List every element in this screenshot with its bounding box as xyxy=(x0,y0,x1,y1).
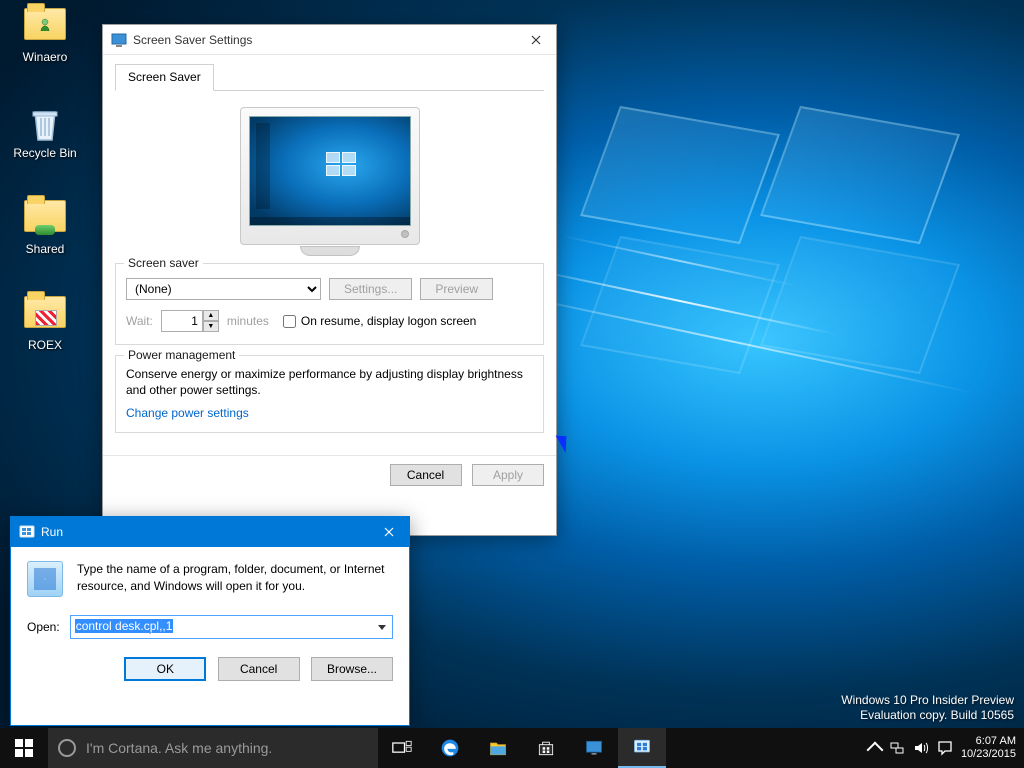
titlebar[interactable]: Screen Saver Settings xyxy=(103,25,556,55)
wait-spinner-down[interactable]: ▼ xyxy=(203,321,219,332)
window-icon xyxy=(111,32,127,48)
open-combobox-dropdown[interactable] xyxy=(372,616,392,638)
wait-unit-label: minutes xyxy=(227,314,269,328)
taskbar-app-file-explorer[interactable] xyxy=(474,728,522,768)
apply-button[interactable]: Apply xyxy=(472,464,544,486)
wait-label: Wait: xyxy=(126,314,153,328)
start-button[interactable] xyxy=(0,728,48,768)
wait-spinner-up[interactable]: ▲ xyxy=(203,310,219,321)
screensaver-preview xyxy=(115,97,544,263)
desktop-icon-label: Winaero xyxy=(8,50,82,64)
desktop-icon-recycle-bin[interactable]: Recycle Bin xyxy=(8,104,82,184)
desktop-icon-winaero[interactable]: Winaero xyxy=(8,8,82,88)
cortana-icon xyxy=(58,739,76,757)
desktop-icon-shared[interactable]: Shared xyxy=(8,200,82,280)
tray-overflow-button[interactable] xyxy=(866,742,883,759)
desktop-icon-label: Shared xyxy=(8,242,82,256)
group-legend-power: Power management xyxy=(124,348,239,362)
taskbar-app-edge[interactable] xyxy=(426,728,474,768)
desktop-icon-roex[interactable]: ROEX xyxy=(8,296,82,376)
window-title: Run xyxy=(41,525,63,539)
open-label: Open: xyxy=(27,620,60,634)
close-button[interactable] xyxy=(377,520,401,544)
taskbar-app-store[interactable] xyxy=(522,728,570,768)
volume-icon[interactable] xyxy=(913,740,929,756)
taskbar-app-run[interactable] xyxy=(618,728,666,768)
preview-button[interactable]: Preview xyxy=(420,278,493,300)
cancel-button[interactable]: Cancel xyxy=(390,464,462,486)
cortana-search-box[interactable]: I'm Cortana. Ask me anything. xyxy=(48,728,378,768)
on-resume-label: On resume, display logon screen xyxy=(301,314,476,328)
close-button[interactable] xyxy=(524,28,548,52)
wait-minutes-input[interactable] xyxy=(161,310,203,332)
change-power-settings-link[interactable]: Change power settings xyxy=(126,406,249,420)
run-icon xyxy=(19,524,35,540)
cancel-button[interactable]: Cancel xyxy=(218,657,300,681)
ok-button[interactable]: OK xyxy=(124,657,206,681)
desktop-icon-label: ROEX xyxy=(8,338,82,352)
power-description: Conserve energy or maximize performance … xyxy=(126,366,533,398)
taskbar: I'm Cortana. Ask me anything. 6:07 AM 10… xyxy=(0,728,1024,768)
run-dialog-window: Run Type the name of a program, folder, … xyxy=(10,516,410,726)
taskbar-app-monitor[interactable] xyxy=(570,728,618,768)
browse-button[interactable]: Browse... xyxy=(311,657,393,681)
task-view-button[interactable] xyxy=(378,728,426,768)
on-resume-checkbox[interactable] xyxy=(283,315,296,328)
taskbar-clock[interactable]: 6:07 AM 10/23/2015 xyxy=(961,735,1016,760)
network-icon[interactable] xyxy=(889,740,905,756)
open-combobox[interactable] xyxy=(70,615,393,639)
run-description: Type the name of a program, folder, docu… xyxy=(77,561,393,595)
clock-time: 6:07 AM xyxy=(961,735,1016,748)
tab-screen-saver[interactable]: Screen Saver xyxy=(115,64,214,91)
clock-date: 10/23/2015 xyxy=(961,748,1016,761)
screensaver-select[interactable]: (None) xyxy=(126,278,321,300)
titlebar[interactable]: Run xyxy=(11,517,409,547)
window-title: Screen Saver Settings xyxy=(133,33,252,47)
desktop-icon-label: Recycle Bin xyxy=(8,146,82,160)
action-center-icon[interactable] xyxy=(937,740,953,756)
search-placeholder: I'm Cortana. Ask me anything. xyxy=(86,740,272,756)
group-legend-screensaver: Screen saver xyxy=(124,256,203,270)
screensaver-settings-window: Screen Saver Settings Screen Saver Scree… xyxy=(102,24,557,536)
tab-strip: Screen Saver xyxy=(115,63,544,91)
settings-button[interactable]: Settings... xyxy=(329,278,412,300)
windows-watermark: Windows 10 Pro Insider Preview Evaluatio… xyxy=(841,693,1014,724)
run-large-icon xyxy=(27,561,63,597)
